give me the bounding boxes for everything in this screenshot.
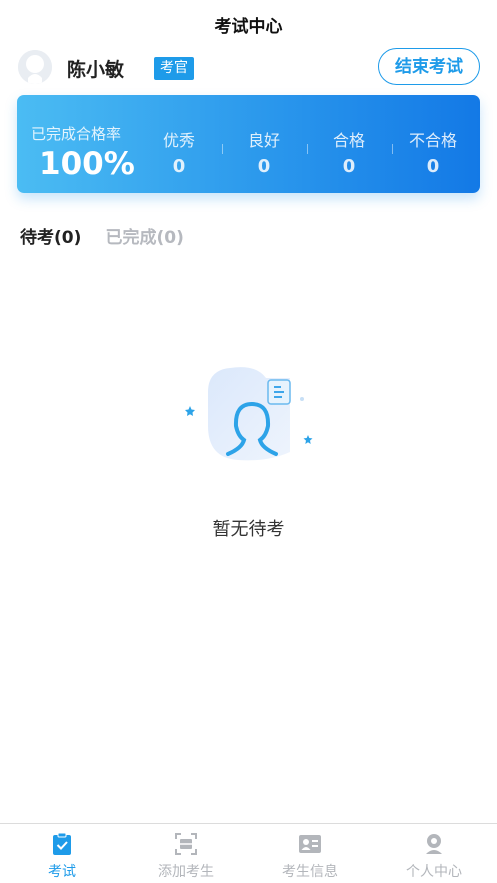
tabbar-label: 个人中心 <box>406 864 462 880</box>
stat-value: 0 <box>426 156 440 177</box>
stat-divider <box>307 144 308 154</box>
bottom-tab-bar: 考试 添加考生 考生信息 个人中心 <box>0 823 497 883</box>
stat-label: 不合格 <box>408 131 457 150</box>
empty-exam-illustration <box>178 366 318 466</box>
stat-pass: 合格 0 <box>314 127 384 177</box>
stat-value: 0 <box>257 156 271 177</box>
tab-completed[interactable]: 已完成(0) <box>105 223 183 248</box>
tabbar-item-exam[interactable]: 考试 <box>0 824 124 883</box>
tabbar-item-add-candidate[interactable]: 添加考生 <box>124 824 248 883</box>
stat-divider <box>222 144 223 154</box>
stats-card: 已完成合格率 100% 优秀 0 良好 0 合格 0 不合格 0 <box>17 95 480 193</box>
stat-good: 良好 0 <box>229 127 299 177</box>
stat-value: 0 <box>342 156 356 177</box>
end-exam-button[interactable]: 结束考试 <box>378 48 480 85</box>
user-name: 陈小敏 <box>67 59 125 81</box>
scan-icon <box>175 833 197 855</box>
clipboard-check-icon <box>53 832 71 855</box>
id-card-icon <box>299 835 321 853</box>
avatar <box>18 50 52 84</box>
role-badge: 考官 <box>154 57 194 80</box>
tabbar-label: 添加考生 <box>158 864 214 880</box>
stat-excellent: 优秀 0 <box>144 127 214 177</box>
exam-center-screen: 考试中心 陈小敏 考官 结束考试 已完成合格率 100% 优秀 0 良好 0 合… <box>0 0 497 883</box>
empty-state-text: 暂无待考 <box>212 519 285 540</box>
person-icon <box>426 834 442 854</box>
stat-fail: 不合格 0 <box>398 127 468 177</box>
exam-tabs: 待考(0) 已完成(0) <box>20 223 203 248</box>
avatar-placeholder-icon <box>18 50 52 84</box>
pass-rate-value: 100% <box>39 146 135 182</box>
user-row: 陈小敏 考官 结束考试 <box>18 48 480 88</box>
tabbar-item-profile[interactable]: 个人中心 <box>372 824 496 883</box>
stat-value: 0 <box>172 156 186 177</box>
tabbar-item-candidate-info[interactable]: 考生信息 <box>248 824 372 883</box>
stat-divider <box>392 144 393 154</box>
tabbar-label: 考试 <box>48 864 76 880</box>
pass-rate-label: 已完成合格率 <box>31 125 122 143</box>
tabbar-label: 考生信息 <box>282 864 338 880</box>
stat-label: 良好 <box>247 131 280 150</box>
tab-pending[interactable]: 待考(0) <box>20 223 81 248</box>
stat-label: 合格 <box>332 131 365 150</box>
stat-label: 优秀 <box>162 131 195 150</box>
page-title: 考试中心 <box>214 17 283 37</box>
